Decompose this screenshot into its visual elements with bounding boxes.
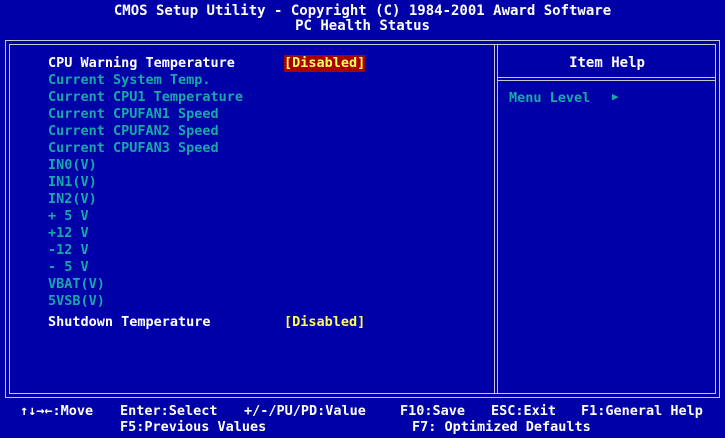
footer-exit-hint: ESC:Exit (491, 403, 557, 419)
current-cpufan2-speed-label: Current CPUFAN2 Speed (48, 123, 219, 139)
vbat-voltage-label: VBAT(V) (48, 276, 105, 292)
minus-12v-label: -12 V (48, 242, 89, 258)
plus-5v-label: + 5 V (48, 208, 89, 224)
current-system-temp-label: Current System Temp. (48, 72, 211, 88)
5vsb-voltage-label: 5VSB(V) (48, 293, 105, 309)
in0-voltage-label: IN0(V) (48, 157, 97, 173)
in1-voltage-label: IN1(V) (48, 174, 97, 190)
panel-divider (494, 44, 495, 394)
window-title: CMOS Setup Utility - Copyright (C) 1984-… (113, 3, 612, 19)
current-cpufan3-speed-label: Current CPUFAN3 Speed (48, 140, 219, 156)
menu-level-label: Menu Level (509, 90, 591, 106)
item-help-title: Item Help (569, 55, 645, 71)
current-cpu1-temperature-label: Current CPU1 Temperature (48, 89, 244, 105)
cpu-warning-temperature-value[interactable]: [Disabled] (284, 55, 366, 72)
footer-save-hint: F10:Save (400, 403, 466, 419)
plus-12v-label: +12 V (48, 225, 89, 241)
footer-value-hint: +/-/PU/PD:Value (244, 403, 366, 419)
footer-move-hint: ↑↓→←:Move (20, 403, 94, 419)
help-divider (498, 77, 716, 78)
minus-5v-label: - 5 V (48, 259, 89, 275)
triangle-right-icon: ▶ (612, 90, 619, 103)
footer-select-hint: Enter:Select (120, 403, 218, 419)
current-cpufan1-speed-label: Current CPUFAN1 Speed (48, 106, 219, 122)
panel-divider (497, 44, 498, 394)
help-divider (498, 80, 716, 81)
footer-help-hint: F1:General Help (581, 403, 703, 419)
cpu-warning-temperature-label[interactable]: CPU Warning Temperature (48, 55, 235, 72)
in2-voltage-label: IN2(V) (48, 191, 97, 207)
page-title: PC Health Status (295, 18, 430, 34)
footer-previous-values-hint: F5:Previous Values (120, 419, 267, 435)
footer-optimized-defaults-hint: F7: Optimized Defaults (412, 419, 591, 435)
shutdown-temperature-value[interactable]: [Disabled] (284, 314, 365, 331)
shutdown-temperature-label[interactable]: Shutdown Temperature (48, 314, 211, 331)
